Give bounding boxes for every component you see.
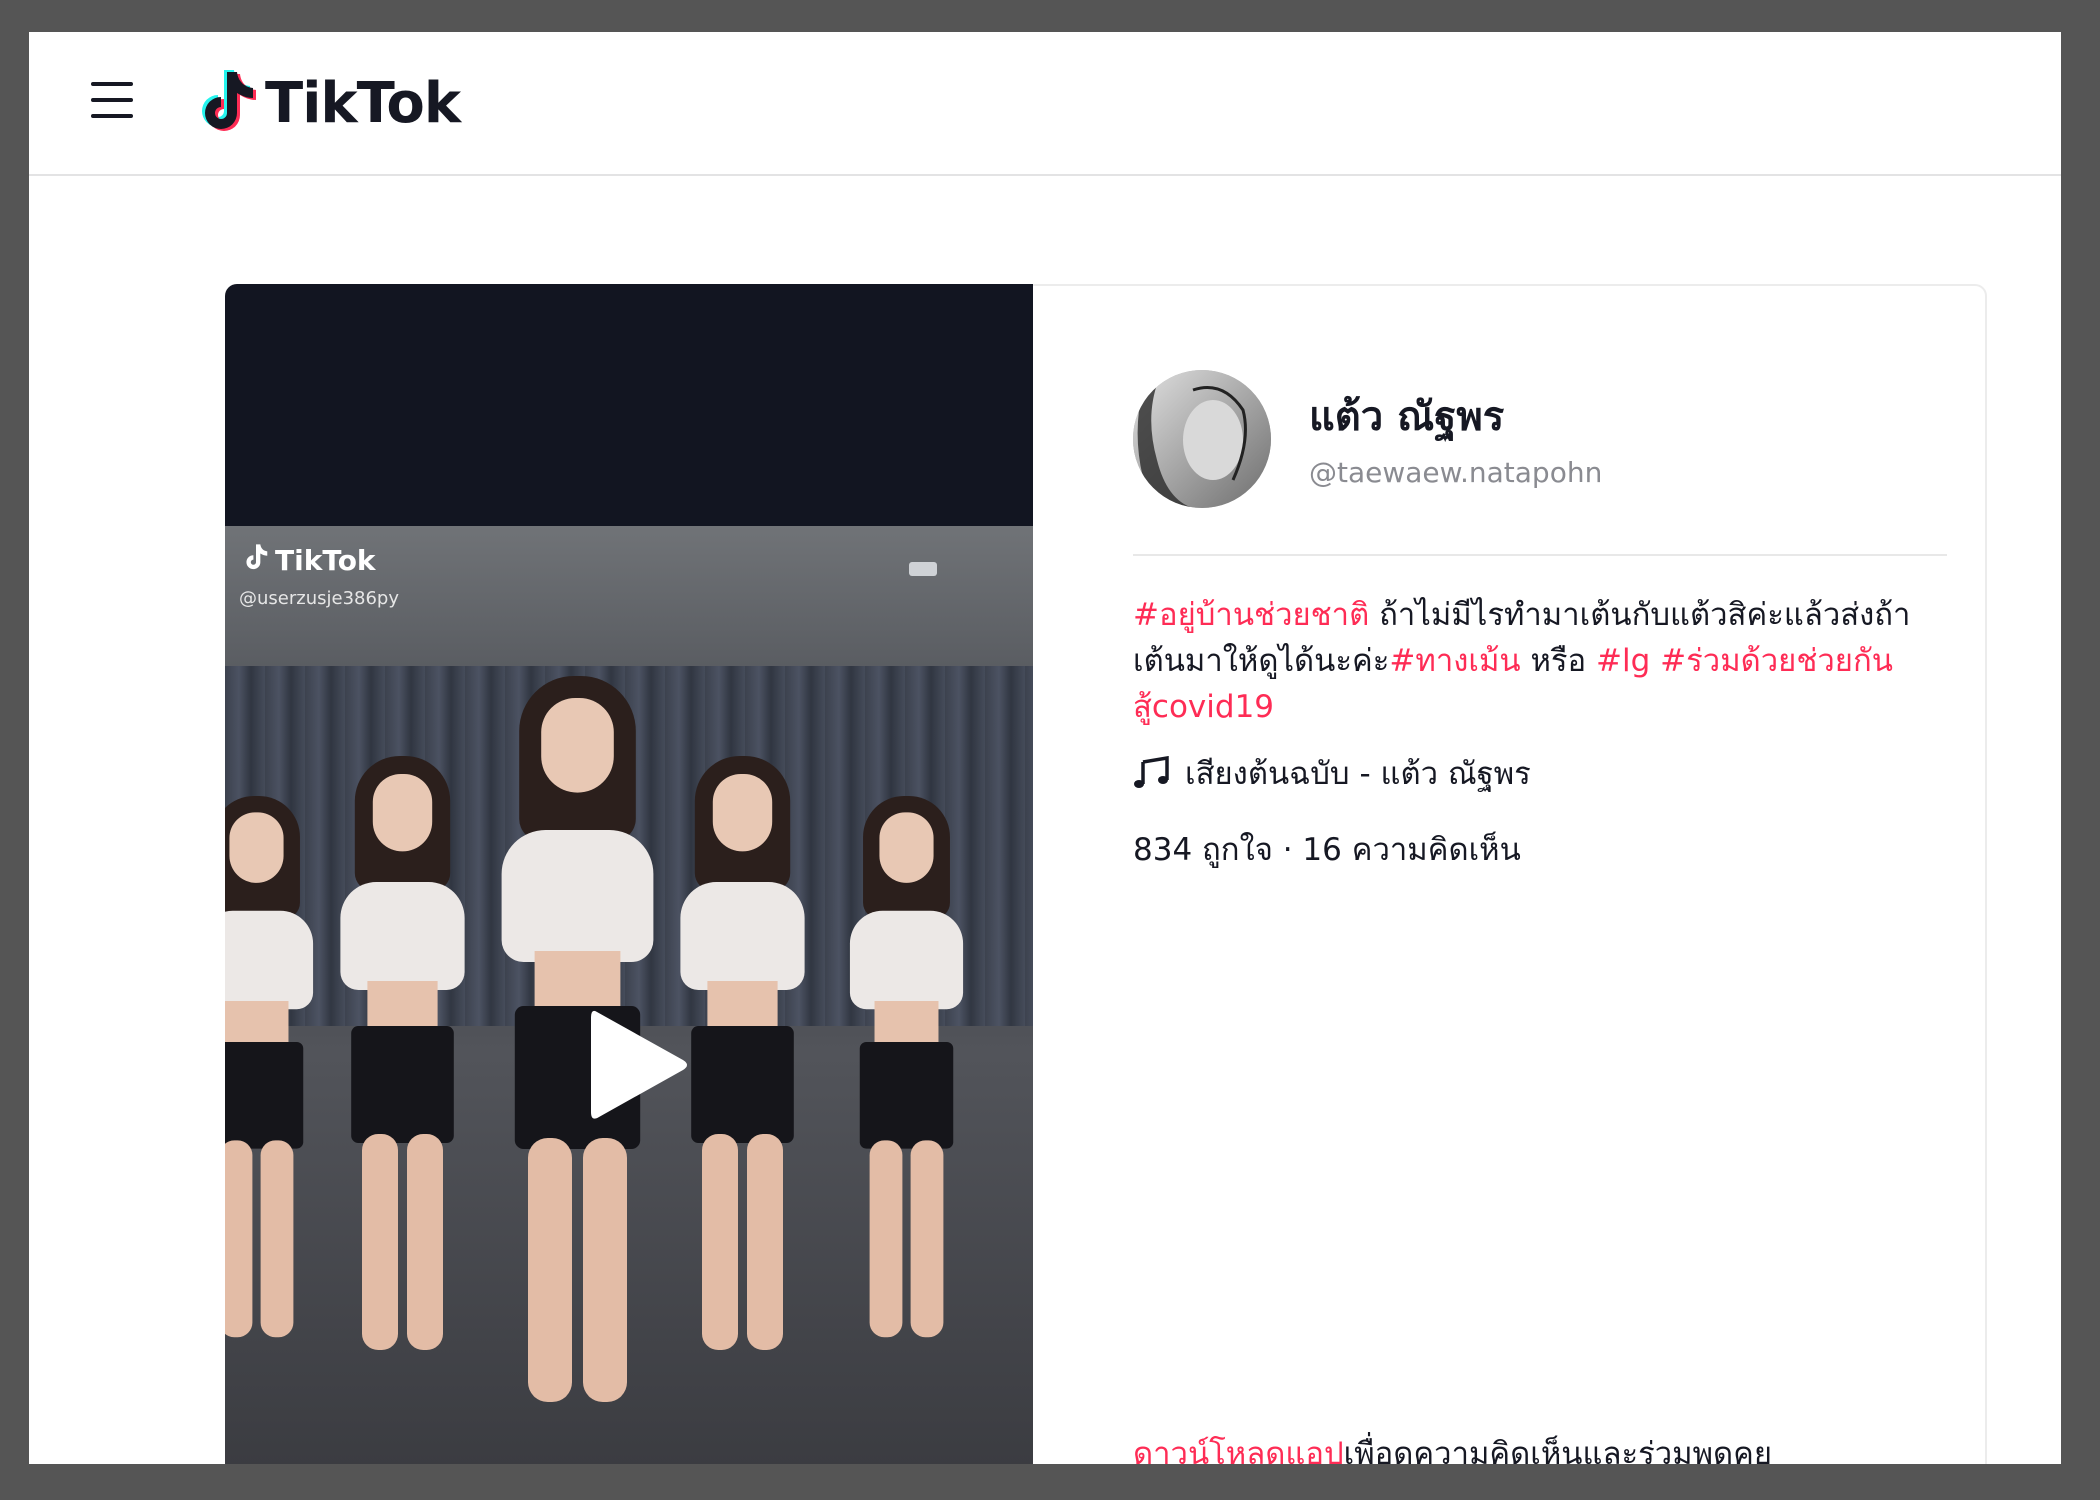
video-caption: #อยู่บ้านช่วยชาติ ถ้าไม่มีไรทำมาเต้นกับแ… <box>1133 592 1953 730</box>
video-watermark-logo: TikTok <box>243 542 376 579</box>
page: TikTok TikTok @userzusje386py แต้ว ณัฐพร… <box>29 32 2061 1464</box>
music-note-icon <box>1133 756 1171 790</box>
music-label: เสียงต้นฉบับ - แต้ว ณัฐพร <box>1185 756 1531 792</box>
hamburger-menu-icon[interactable] <box>89 76 135 130</box>
video-watermark-username: @userzusje386py <box>239 588 400 609</box>
author-display-name[interactable]: แต้ว ณัฐพร <box>1309 384 1504 448</box>
hashtag-link[interactable]: #อยู่บ้านช่วยชาติ <box>1133 597 1369 633</box>
divider <box>1133 554 1947 556</box>
tiktok-wordmark: TikTok <box>265 70 461 136</box>
play-icon[interactable] <box>583 1000 693 1130</box>
download-app-prompt: ดาวน์โหลดแอปเพื่อดูความคิดเห็นและร่วมพูด… <box>1133 1428 1772 1464</box>
tiktok-logo[interactable]: TikTok <box>197 68 461 138</box>
caption-text: หรือ <box>1520 643 1597 679</box>
music-link[interactable]: เสียงต้นฉบับ - แต้ว ณัฐพร <box>1133 748 1531 798</box>
tiktok-note-icon <box>197 68 257 138</box>
download-app-link[interactable]: ดาวน์โหลดแอป <box>1133 1436 1344 1464</box>
video-player[interactable]: TikTok @userzusje386py <box>225 284 1033 1464</box>
caption-text <box>1650 643 1660 679</box>
hashtag-link[interactable]: #lg <box>1596 643 1650 679</box>
engagement-stats: 834 ถูกใจ · 16 ความคิดเห็น <box>1133 832 1521 868</box>
top-bar: TikTok <box>29 32 2061 176</box>
download-app-text: เพื่อดูความคิดเห็นและร่วมพูดคุย <box>1343 1436 1773 1464</box>
tiktok-note-icon <box>243 542 269 579</box>
ceiling-light <box>909 562 937 576</box>
avatar[interactable] <box>1133 370 1271 508</box>
video-frame: TikTok @userzusje386py <box>225 526 1033 1464</box>
author-username[interactable]: @taewaew.natapohn <box>1309 456 1602 489</box>
hashtag-link[interactable]: #ทางเม้น <box>1389 643 1520 679</box>
